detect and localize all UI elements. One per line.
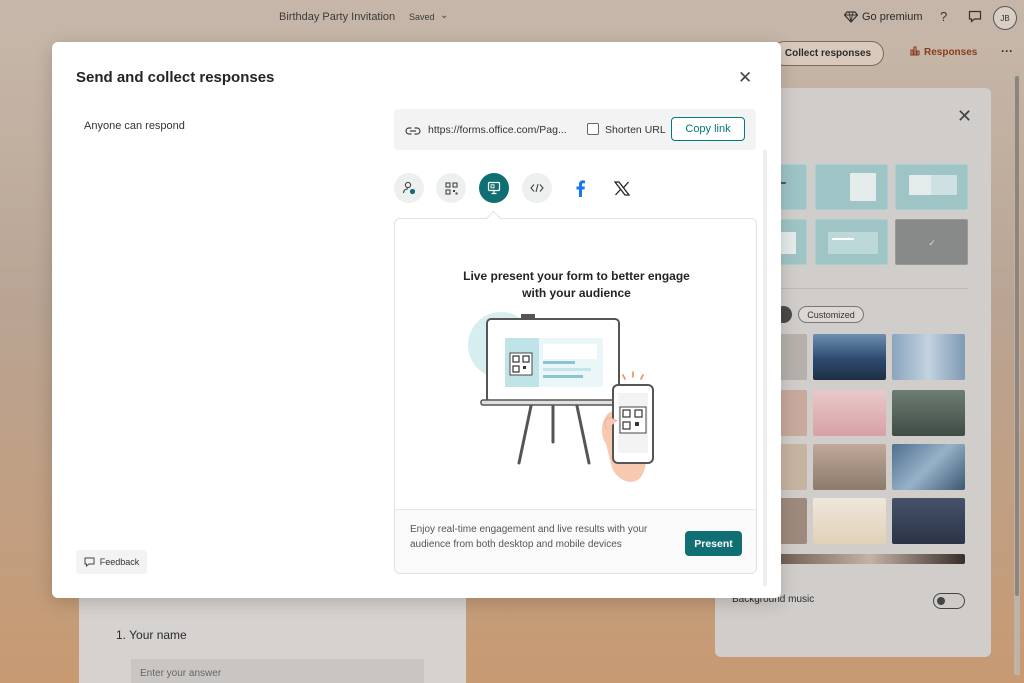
chart-icon — [910, 46, 920, 56]
audience-selector[interactable]: Anyone can respond — [84, 120, 185, 132]
save-status: Saved — [409, 12, 435, 22]
toggle-knob — [937, 597, 945, 605]
go-premium-label: Go premium — [862, 11, 923, 23]
x-icon[interactable] — [607, 173, 637, 203]
present-description: Enjoy real-time engagement and live resu… — [410, 524, 648, 550]
embed-icon[interactable] — [522, 173, 552, 203]
present-headline: Live present your form to better engage … — [395, 268, 758, 302]
shorten-url-label: Shorten URL — [605, 124, 666, 136]
comment-icon[interactable] — [968, 10, 982, 28]
chevron-down-icon[interactable]: ⌄ — [440, 10, 448, 21]
present-button[interactable]: Present — [685, 531, 742, 556]
theme-thumbnail[interactable] — [813, 498, 886, 544]
responses-tab[interactable]: Responses — [909, 46, 977, 58]
dialog-title: Send and collect responses — [76, 69, 275, 86]
share-link-url[interactable]: https://forms.office.com/Pag... — [428, 124, 570, 136]
layout-option[interactable] — [815, 164, 888, 210]
theme-thumbnail[interactable] — [892, 334, 965, 380]
facebook-icon[interactable] — [565, 173, 595, 203]
theme-thumbnail[interactable] — [813, 334, 886, 380]
qr-code-icon[interactable] — [436, 173, 466, 203]
theme-thumbnail[interactable] — [813, 444, 886, 490]
responses-label: Responses — [924, 47, 978, 58]
top-bar: Birthday Party Invitation Saved ⌄ Go pre… — [0, 0, 1024, 38]
collect-responses-label: Collect responses — [784, 48, 872, 59]
close-icon[interactable]: ✕ — [738, 69, 752, 86]
invite-icon[interactable] — [394, 173, 424, 203]
divider — [772, 288, 968, 289]
copy-link-button[interactable]: Copy link — [671, 117, 745, 141]
live-present-card: Live present your form to better engage … — [394, 210, 758, 574]
live-present-illustration — [468, 312, 654, 482]
share-link-box: https://forms.office.com/Pag... Shorten … — [394, 109, 756, 150]
live-present-icon[interactable] — [479, 173, 509, 203]
question-title: 1. Your name — [116, 628, 187, 642]
avatar[interactable]: JB — [993, 6, 1017, 30]
theme-thumbnail[interactable] — [892, 498, 965, 544]
document-title[interactable]: Birthday Party Invitation — [279, 11, 395, 23]
filter-customized[interactable]: Customized — [798, 306, 864, 323]
dialog-scrollbar[interactable] — [763, 150, 767, 586]
send-collect-dialog: Send and collect responses ✕ Anyone can … — [52, 42, 781, 598]
layout-option[interactable] — [895, 164, 968, 210]
card-pointer — [485, 210, 502, 227]
layout-option-selected[interactable]: ✓ — [895, 219, 968, 265]
background-music-toggle[interactable] — [933, 593, 965, 609]
help-icon[interactable]: ? — [940, 9, 947, 24]
theme-thumbnail[interactable] — [813, 390, 886, 436]
page-scrollbar-thumb[interactable] — [1015, 76, 1019, 596]
answer-input[interactable]: Enter your answer — [131, 659, 424, 683]
present-headline-line1: Live present your form to better engage — [463, 269, 690, 283]
feedback-label: Feedback — [99, 557, 140, 567]
theme-thumbnail-row[interactable] — [775, 554, 965, 564]
share-options — [394, 170, 756, 206]
theme-thumbnail[interactable] — [892, 444, 965, 490]
layout-option[interactable] — [815, 219, 888, 265]
more-options-button[interactable]: ··· — [1001, 44, 1013, 58]
theme-thumbnail[interactable] — [892, 390, 965, 436]
collect-responses-button[interactable]: Collect responses — [772, 41, 884, 66]
style-panel-close-icon[interactable]: ✕ — [957, 106, 972, 127]
link-icon — [405, 123, 421, 141]
present-card-footer: Enjoy real-time engagement and live resu… — [395, 509, 756, 573]
feedback-button[interactable]: Feedback — [76, 550, 147, 574]
diamond-icon — [844, 11, 858, 23]
feedback-icon — [84, 557, 95, 567]
shorten-url-checkbox[interactable] — [587, 123, 599, 135]
go-premium-button[interactable]: Go premium — [844, 11, 923, 23]
present-headline-line2: with your audience — [522, 286, 631, 300]
